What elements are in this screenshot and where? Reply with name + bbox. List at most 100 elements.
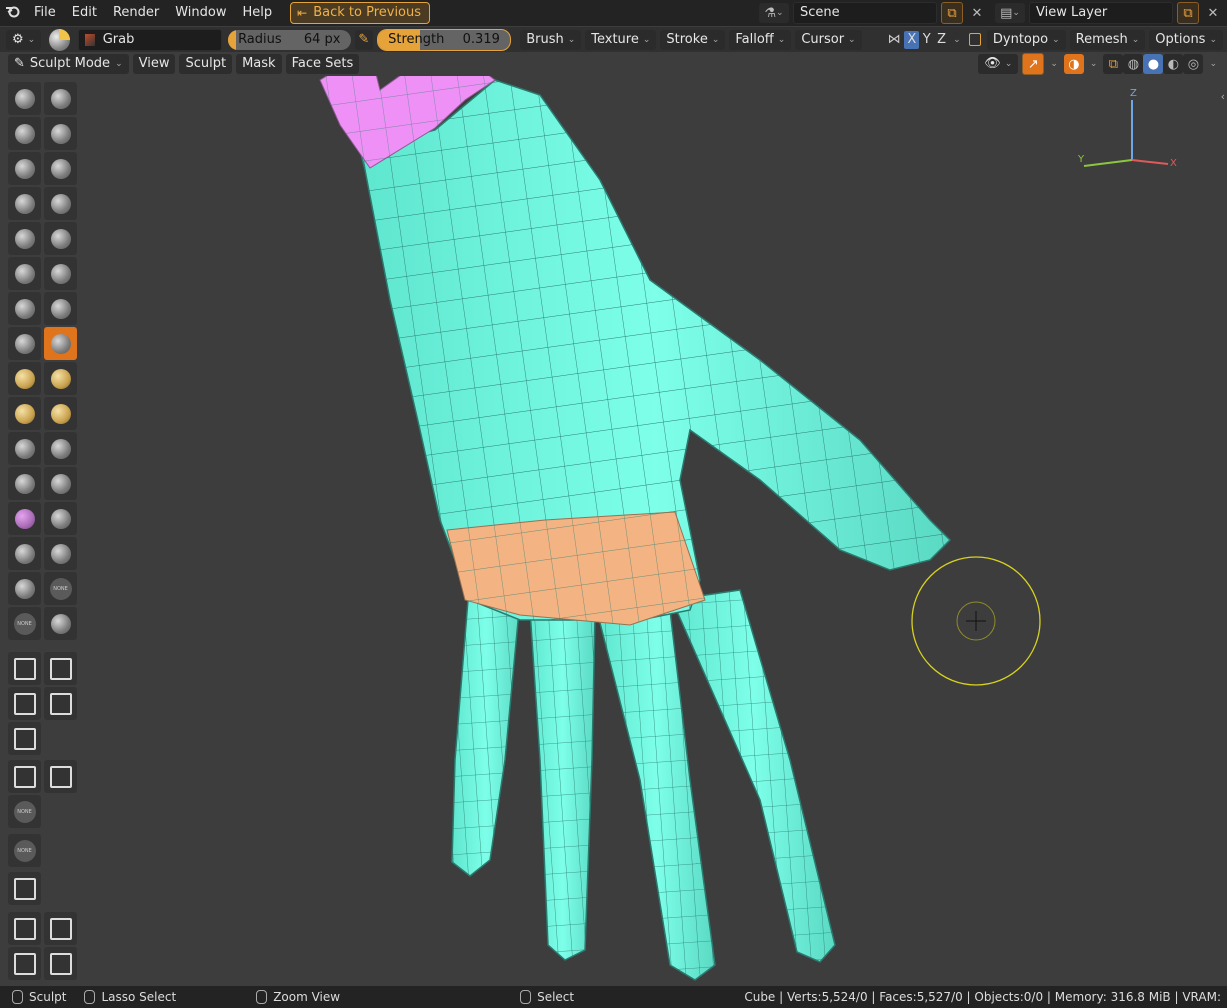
material-shading-icon[interactable]: ◐ xyxy=(1163,54,1184,74)
brush-preview-icon[interactable] xyxy=(49,28,70,51)
view-layer-close-icon[interactable]: ✕ xyxy=(1203,3,1223,23)
sidebar-toggle-icon[interactable]: ‹ xyxy=(1221,90,1225,103)
sculpt-brush-tool-9[interactable] xyxy=(44,222,77,255)
symmetry-dropdown-icon[interactable]: ⌄ xyxy=(953,35,961,45)
stroke-menu[interactable]: Stroke ⌄ xyxy=(660,29,726,50)
view-menu[interactable]: View xyxy=(132,54,176,74)
sculpt-brush-tool-28[interactable] xyxy=(8,572,41,605)
sculpt-brush-tool-16[interactable] xyxy=(8,362,41,395)
sculpt-brush-tool-14[interactable] xyxy=(8,327,41,360)
scene-new-icon[interactable]: ⧉ xyxy=(941,2,963,24)
dyntopo-checkbox[interactable] xyxy=(968,33,981,46)
sculpt-brush-tool-17[interactable] xyxy=(44,362,77,395)
sculpt-menu[interactable]: Sculpt xyxy=(179,54,233,74)
sculpt-brush-tool-26[interactable] xyxy=(8,537,41,570)
radius-pressure-icon[interactable]: ✎ xyxy=(354,29,374,50)
sculpt-brush-tool-20[interactable] xyxy=(8,432,41,465)
sculpt-brush-tool-5[interactable] xyxy=(44,152,77,185)
hand-mesh[interactable] xyxy=(0,76,1227,985)
face-set-edit-tool-0[interactable]: NONE xyxy=(8,795,41,828)
sculpt-brush-tool-12[interactable] xyxy=(8,292,41,325)
sculpt-brush-tool-11[interactable] xyxy=(44,257,77,290)
menu-window[interactable]: Window xyxy=(167,2,234,24)
sculpt-brush-tool-30[interactable]: NONE xyxy=(8,607,41,640)
brush-menu[interactable]: Brush ⌄ xyxy=(520,29,582,50)
annotate-tool-0[interactable] xyxy=(8,872,41,905)
sculpt-mode-dropdown[interactable]: ✎ Sculpt Mode ⌄ xyxy=(8,54,129,74)
sculpt-brush-tool-29[interactable]: NONE xyxy=(44,572,77,605)
sculpt-brush-tool-1[interactable] xyxy=(44,82,77,115)
rendered-shading-icon[interactable]: ◎ xyxy=(1183,54,1204,74)
scene-browse-icon[interactable]: ⚗ ⌄ xyxy=(759,3,789,23)
scale-transform-tool-0[interactable] xyxy=(8,947,41,980)
color-filter-tool-1[interactable] xyxy=(44,760,77,793)
sculpt-brush-tool-0[interactable] xyxy=(8,82,41,115)
move-rotate-tool-0[interactable] xyxy=(8,912,41,945)
face-set-box-tool-1[interactable] xyxy=(44,687,77,720)
solid-shading-icon[interactable]: ● xyxy=(1143,54,1164,74)
menu-render[interactable]: Render xyxy=(105,2,167,24)
mask-box-tool-1[interactable] xyxy=(44,652,77,685)
face-sets-menu[interactable]: Face Sets xyxy=(285,54,360,74)
mask-menu[interactable]: Mask xyxy=(236,54,282,74)
menu-file[interactable]: File xyxy=(26,2,64,24)
mesh-filter-tool-0[interactable] xyxy=(8,722,41,755)
blender-logo-icon[interactable] xyxy=(0,4,26,22)
navigation-gizmo[interactable]: Z Y X xyxy=(1072,86,1182,186)
falloff-menu[interactable]: Falloff ⌄ xyxy=(729,29,792,50)
sculpt-brush-tool-2[interactable] xyxy=(8,117,41,150)
sculpt-brush-tool-3[interactable] xyxy=(44,117,77,150)
shading-dropdown-icon[interactable]: ⌄ xyxy=(1209,59,1217,69)
mask-box-tool-0[interactable] xyxy=(8,652,41,685)
3d-viewport[interactable]: Z Y X ‹ xyxy=(0,76,1227,985)
wireframe-shading-icon[interactable]: ◍ xyxy=(1123,54,1144,74)
sculpt-brush-tool-4[interactable] xyxy=(8,152,41,185)
symmetry-z-toggle[interactable]: Z xyxy=(934,31,949,49)
overlay-toggle-icon[interactable]: ◑ xyxy=(1063,54,1084,74)
gizmo-dropdown-icon[interactable]: ⌄ xyxy=(1050,59,1058,69)
cursor-menu[interactable]: Cursor ⌄ xyxy=(795,29,862,50)
sculpt-brush-tool-23[interactable] xyxy=(44,467,77,500)
view-layer-new-icon[interactable]: ⧉ xyxy=(1177,2,1199,24)
sculpt-brush-tool-22[interactable] xyxy=(8,467,41,500)
face-set-box-tool-0[interactable] xyxy=(8,687,41,720)
scale-transform-tool-1[interactable] xyxy=(44,947,77,980)
color-filter-tool-0[interactable] xyxy=(8,760,41,793)
xray-toggle-icon[interactable]: ⧉ xyxy=(1103,54,1124,74)
overlay-dropdown-icon[interactable]: ⌄ xyxy=(1090,59,1098,69)
gizmo-toggle-icon[interactable]: ↗ xyxy=(1022,53,1045,75)
sculpt-brush-tool-31[interactable] xyxy=(44,607,77,640)
sculpt-brush-tool-24[interactable] xyxy=(8,502,41,535)
symmetry-y-toggle[interactable]: Y xyxy=(919,31,934,49)
menu-edit[interactable]: Edit xyxy=(64,2,105,24)
view-layer-field[interactable]: View Layer xyxy=(1029,2,1173,24)
dyntopo-menu[interactable]: Dyntopo ⌄ xyxy=(986,29,1066,50)
sculpt-brush-tool-27[interactable] xyxy=(44,537,77,570)
brush-name-field[interactable]: Grab xyxy=(77,28,223,51)
sculpt-brush-tool-25[interactable] xyxy=(44,502,77,535)
radius-slider[interactable]: Radius 64 px xyxy=(228,29,351,50)
sculpt-brush-tool-19[interactable] xyxy=(44,397,77,430)
move-rotate-tool-1[interactable] xyxy=(44,912,77,945)
back-to-previous-button[interactable]: ⇤ Back to Previous xyxy=(290,2,431,24)
sculpt-brush-tool-8[interactable] xyxy=(8,222,41,255)
symmetry-icon[interactable]: ⋈ xyxy=(888,32,905,47)
visibility-dropdown[interactable]: 👁 ⌄ xyxy=(978,54,1019,74)
scene-close-icon[interactable]: ✕ xyxy=(967,3,987,23)
sculpt-brush-tool-13[interactable] xyxy=(44,292,77,325)
mask-by-color-tool-0[interactable]: NONE xyxy=(8,834,41,867)
scene-name-field[interactable]: Scene xyxy=(793,2,937,24)
menu-help[interactable]: Help xyxy=(235,2,281,24)
symmetry-x-toggle[interactable]: X xyxy=(904,30,920,49)
remesh-menu[interactable]: Remesh ⌄ xyxy=(1069,29,1146,50)
sculpt-brush-tool-18[interactable] xyxy=(8,397,41,430)
sculpt-brush-tool-21[interactable] xyxy=(44,432,77,465)
strength-slider[interactable]: Strength 0.319 xyxy=(377,28,511,51)
texture-menu[interactable]: Texture ⌄ xyxy=(585,29,657,50)
sculpt-brush-tool-10[interactable] xyxy=(8,257,41,290)
tool-settings-dropdown[interactable]: ⚙ ⌄ xyxy=(6,29,42,50)
sculpt-brush-tool-15[interactable] xyxy=(44,327,77,360)
sculpt-brush-tool-6[interactable] xyxy=(8,187,41,220)
view-layer-browse-icon[interactable]: ▤ ⌄ xyxy=(995,3,1025,23)
sculpt-brush-tool-7[interactable] xyxy=(44,187,77,220)
